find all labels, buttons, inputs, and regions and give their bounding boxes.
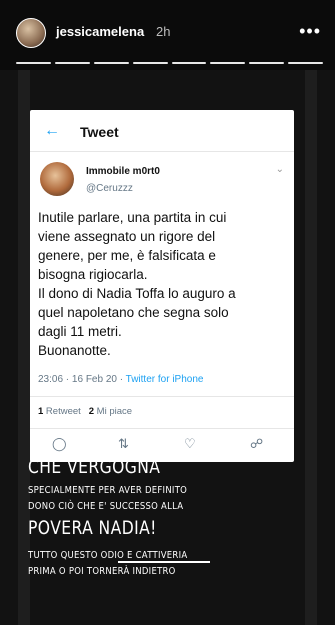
caption-line: POVERA NADIA! <box>28 517 157 539</box>
arrow-left-icon: ← <box>44 122 60 139</box>
tweet-text-line: quel napoletano che segna solo <box>38 305 229 320</box>
tweet-text: Inutile parlare, una partita in cui vien… <box>38 208 288 360</box>
progress-segment <box>210 62 246 64</box>
progress-segment <box>171 62 207 64</box>
tweet-stats: 1 Retweet 2 Mi piace <box>38 406 132 417</box>
story-header: jessicamelena 2h ••• <box>0 0 335 70</box>
tweet-meta: 23:06 · 16 Feb 20 · Twitter for iPhone <box>38 374 203 385</box>
story-progress-bar <box>16 62 323 64</box>
username[interactable]: jessicamelena <box>56 24 144 39</box>
tweet-top-bar: ← Tweet <box>30 110 294 152</box>
tweet-author-name: Immobile m0rt0 <box>86 166 160 177</box>
retweet-icon: ⇅ <box>118 436 129 451</box>
progress-segment <box>93 62 129 64</box>
divider <box>30 428 294 429</box>
caption-line: DONO CIÒ CHE E' SUCCESSO ALLA <box>28 501 184 512</box>
caption-underline <box>118 561 210 563</box>
divider <box>30 396 294 397</box>
progress-segment <box>54 62 90 64</box>
story-side-band-left <box>18 70 30 625</box>
caption-line: PRIMA O POI TORNERÀ INDIETRO <box>28 566 176 577</box>
caption-line: SPECIALMENTE PER AVER DEFINITO <box>28 485 188 496</box>
tweet-screenshot: ← Tweet Immobile m0rt0 @Ceruzzz ⌄ Inutil… <box>30 110 294 462</box>
tweet-text-line: Il dono di Nadia Toffa lo auguro a <box>38 286 236 301</box>
more-horizontal-icon[interactable]: ••• <box>299 22 321 40</box>
post-time: 2h <box>156 24 171 39</box>
likes-label: Mi piace <box>94 406 133 417</box>
tweet-text-line: Buonanotte. <box>38 343 111 358</box>
tweet-text-line: dagli 11 metri. <box>38 324 122 339</box>
avatar[interactable] <box>16 18 46 48</box>
heart-icon: ♡ <box>184 436 196 451</box>
tweet-actions: ◯ ⇅ ♡ ☍ <box>30 436 294 458</box>
share-icon: ☍ <box>250 436 264 451</box>
progress-segment <box>132 62 168 64</box>
tweet-timestamp: 23:06 · 16 Feb 20 · <box>38 374 126 385</box>
tweet-author-avatar <box>40 162 74 196</box>
tweet-text-line: genere, per me, è falsificata e <box>38 248 216 263</box>
story-side-band-right <box>305 70 317 625</box>
tweet-screen-title: Tweet <box>80 124 119 140</box>
progress-segment <box>288 62 323 64</box>
tweet-text-line: viene assegnato un rigore del <box>38 229 216 244</box>
chevron-down-icon: ⌄ <box>275 164 284 175</box>
caption-line: CHE VERGOGNA <box>28 456 161 478</box>
tweet-text-line: Inutile parlare, una partita in cui <box>38 210 227 225</box>
tweet-author-handle: @Ceruzzz <box>86 183 133 194</box>
comment-icon: ◯ <box>52 436 67 451</box>
progress-segment <box>249 62 285 64</box>
tweet-source: Twitter for iPhone <box>125 374 204 385</box>
progress-segment <box>16 62 51 64</box>
retweet-label: Retweet <box>43 406 81 417</box>
tweet-text-line: bisogna rigiocarla. <box>38 267 148 282</box>
